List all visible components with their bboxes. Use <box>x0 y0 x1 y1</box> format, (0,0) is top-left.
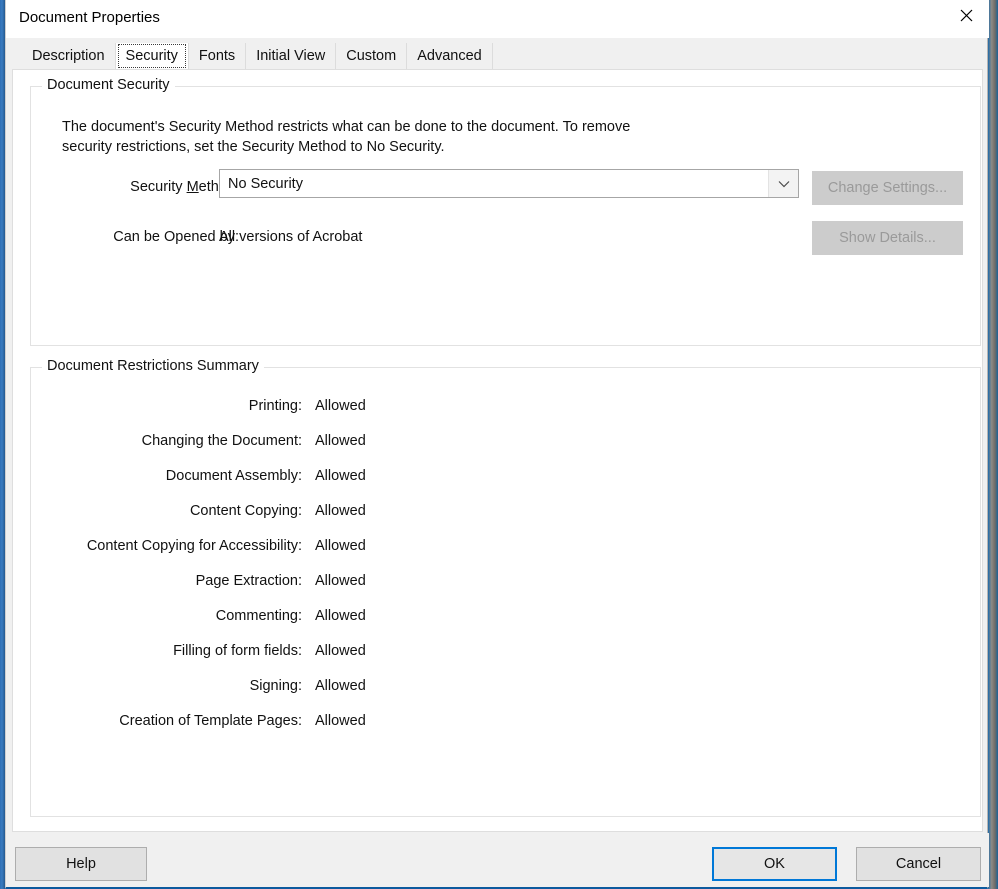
restriction-value: Allowed <box>315 713 366 729</box>
restriction-row: Content Copying for Accessibility: Allowe… <box>31 538 980 573</box>
restriction-row: Filling of form fields: Allowed <box>31 643 980 678</box>
document-security-group: Document Security The document's Securit… <box>30 86 981 346</box>
restriction-label: Printing: <box>31 398 302 414</box>
restriction-value: Allowed <box>315 538 366 554</box>
tab-security[interactable]: Security <box>116 43 189 69</box>
restriction-value: Allowed <box>315 398 366 414</box>
tab-label: Advanced <box>417 48 482 64</box>
change-settings-button[interactable]: Change Settings... <box>812 171 963 205</box>
restriction-value: Allowed <box>315 573 366 589</box>
restriction-value: Allowed <box>315 468 366 484</box>
ok-label: OK <box>764 856 785 872</box>
restriction-label: Page Extraction: <box>31 573 302 589</box>
restriction-value: Allowed <box>315 433 366 449</box>
cancel-label: Cancel <box>896 856 941 872</box>
restriction-row: Content Copying: Allowed <box>31 503 980 538</box>
restriction-row: Printing: Allowed <box>31 398 980 433</box>
close-icon[interactable] <box>943 0 989 30</box>
title-bar: Document Properties <box>6 0 989 38</box>
tab-label: Custom <box>346 48 396 64</box>
restriction-label: Filling of form fields: <box>31 643 302 659</box>
restriction-label: Commenting: <box>31 608 302 624</box>
show-details-label: Show Details... <box>839 230 936 246</box>
restriction-value: Allowed <box>315 608 366 624</box>
restriction-row: Commenting: Allowed <box>31 608 980 643</box>
tab-label: Initial View <box>256 48 325 64</box>
tab-strip: Description Security Fonts Initial View … <box>22 43 493 69</box>
security-description: The document's Security Method restricts… <box>62 117 682 157</box>
tab-fonts[interactable]: Fonts <box>189 43 246 69</box>
security-method-value: No Security <box>220 176 768 192</box>
restriction-row: Creation of Template Pages: Allowed <box>31 713 980 748</box>
restriction-label: Content Copying for Accessibility: <box>31 538 302 554</box>
security-method-accelerator: M <box>187 179 199 195</box>
tab-label: Security <box>126 48 178 64</box>
security-tab-page: Document Security The document's Securit… <box>12 69 983 832</box>
restriction-label: Document Assembly: <box>31 468 302 484</box>
document-properties-dialog: Document Properties Description Security… <box>5 0 988 889</box>
restriction-value: Allowed <box>315 678 366 694</box>
restriction-label: Creation of Template Pages: <box>31 713 302 729</box>
dialog-footer: Help OK Cancel <box>6 833 989 887</box>
document-restrictions-group: Document Restrictions Summary Printing:A… <box>30 367 981 817</box>
tab-custom[interactable]: Custom <box>336 43 407 69</box>
show-details-button[interactable]: Show Details... <box>812 221 963 255</box>
restriction-value: Allowed <box>315 503 366 519</box>
restriction-row: Document Assembly: Allowed <box>31 468 980 503</box>
restrictions-list: Printing: Allowed Changing the Document: Al… <box>31 398 980 748</box>
tab-advanced[interactable]: Advanced <box>407 43 493 69</box>
restriction-value: Allowed <box>315 643 366 659</box>
opened-by-label: Can be Opened by: <box>74 229 239 245</box>
document-security-legend: Document Security <box>42 77 175 93</box>
tab-label: Fonts <box>199 48 235 64</box>
document-restrictions-legend: Document Restrictions Summary <box>42 358 264 374</box>
desktop-strip-right <box>988 0 998 889</box>
window-title: Document Properties <box>19 9 160 26</box>
security-method-label-pre: Security <box>130 179 186 195</box>
security-method-label: Security Method: <box>89 179 239 195</box>
opened-by-value: All versions of Acrobat <box>219 229 362 245</box>
restriction-label: Changing the Document: <box>31 433 302 449</box>
restriction-label: Signing: <box>31 678 302 694</box>
cancel-button[interactable]: Cancel <box>856 847 981 881</box>
restriction-row: Page Extraction: Allowed <box>31 573 980 608</box>
change-settings-label: Change Settings... <box>828 180 947 196</box>
restriction-label: Content Copying: <box>31 503 302 519</box>
restriction-row: Signing: Allowed <box>31 678 980 713</box>
tab-description[interactable]: Description <box>22 43 116 69</box>
ok-button[interactable]: OK <box>712 847 837 881</box>
restriction-row: Changing the Document: Allowed <box>31 433 980 468</box>
tab-initial-view[interactable]: Initial View <box>246 43 336 69</box>
security-method-dropdown[interactable]: No Security <box>219 169 799 198</box>
tab-label: Description <box>32 48 105 64</box>
help-button[interactable]: Help <box>15 847 147 881</box>
help-label: Help <box>66 856 96 872</box>
chevron-down-icon[interactable] <box>768 170 798 197</box>
